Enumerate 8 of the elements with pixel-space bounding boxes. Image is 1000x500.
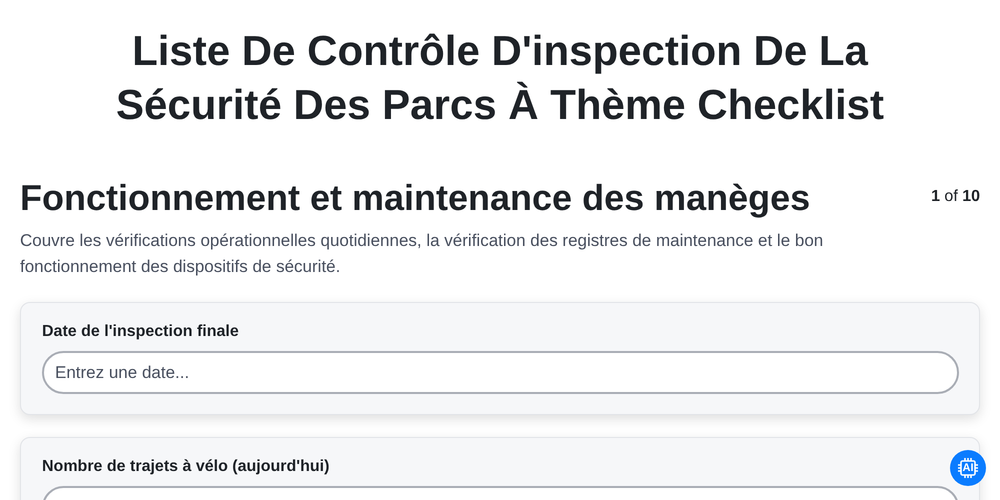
chip-icon bbox=[956, 456, 980, 480]
question-label: Nombre de trajets à vélo (aujourd'hui) bbox=[42, 458, 330, 476]
section-heading: Fonctionnement et maintenance des manèges bbox=[20, 176, 810, 220]
input-field[interactable]: Entrez une date... bbox=[42, 351, 959, 394]
question-label: Date de l'inspection finale bbox=[42, 323, 240, 341]
page-title: Liste De Contrôle D'inspection De La Sécurité Des Parcs À Thème Checklist bbox=[114, 26, 886, 130]
page-counter: 1 of 10 bbox=[931, 188, 980, 206]
section-description: Couvre les vérifications opérationnelles quotidiennes, la vérification des registres de maintenance et le bon fonctionnement des dispositifs de sécurité. bbox=[20, 230, 824, 278]
